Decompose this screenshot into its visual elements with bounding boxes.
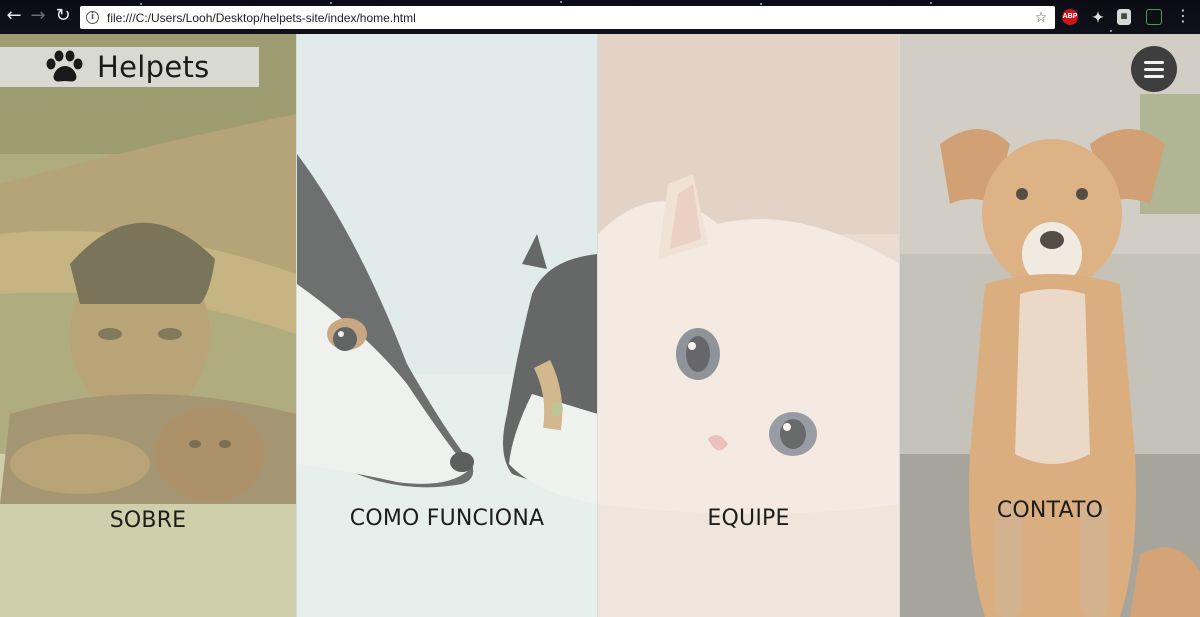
address-bar[interactable]: i file:///C:/Users/Looh/Desktop/helpets-… bbox=[80, 6, 1055, 29]
panel-tint bbox=[900, 34, 1200, 617]
hamburger-icon bbox=[1144, 74, 1164, 78]
background-star bbox=[140, 3, 142, 5]
panel-equipe[interactable]: EQUIPE bbox=[597, 34, 899, 617]
back-icon[interactable]: ← bbox=[3, 5, 25, 27]
reload-icon[interactable]: ↻ bbox=[52, 5, 74, 27]
info-icon[interactable]: i bbox=[86, 11, 99, 24]
extension-icon[interactable] bbox=[1146, 9, 1162, 25]
hamburger-icon bbox=[1144, 60, 1164, 64]
panel-label-equipe[interactable]: EQUIPE bbox=[598, 506, 899, 531]
extension-icon[interactable]: ✦ bbox=[1090, 9, 1106, 25]
background-star bbox=[330, 2, 332, 4]
brand-name: Helpets bbox=[97, 50, 210, 84]
background-star bbox=[930, 2, 932, 4]
url-text[interactable]: file:///C:/Users/Looh/Desktop/helpets-si… bbox=[107, 11, 1031, 25]
panel-como-funciona[interactable]: COMO FUNCIONA bbox=[296, 34, 597, 617]
paw-icon bbox=[46, 50, 83, 82]
background-star bbox=[1110, 30, 1112, 32]
panel-label-contato[interactable]: CONTATO bbox=[900, 498, 1200, 523]
browser-menu-icon[interactable]: ⋮ bbox=[1175, 6, 1191, 26]
browser-toolbar: ← → ↻ i file:///C:/Users/Looh/Desktop/he… bbox=[0, 0, 1200, 34]
extension-icon[interactable]: ▦ bbox=[1117, 9, 1131, 25]
panel-label-sobre[interactable]: SOBRE bbox=[0, 508, 296, 533]
panel-label-como-funciona[interactable]: COMO FUNCIONA bbox=[297, 506, 597, 531]
menu-button[interactable] bbox=[1131, 46, 1177, 92]
brand-logo[interactable]: Helpets bbox=[0, 47, 259, 87]
background-star bbox=[560, 1, 562, 3]
forward-icon[interactable]: → bbox=[27, 5, 49, 27]
panel-sobre[interactable]: SOBRE bbox=[0, 34, 296, 617]
bookmark-star-icon[interactable]: ☆ bbox=[1031, 10, 1051, 26]
adblock-extension-icon[interactable]: ABP bbox=[1062, 9, 1078, 25]
hamburger-icon bbox=[1144, 67, 1164, 71]
background-star bbox=[760, 3, 762, 5]
home-page: SOBRE COMO FUNCIONA EQUIPE CONTATO Helpe… bbox=[0, 34, 1200, 617]
panel-contato[interactable]: CONTATO bbox=[899, 34, 1200, 617]
